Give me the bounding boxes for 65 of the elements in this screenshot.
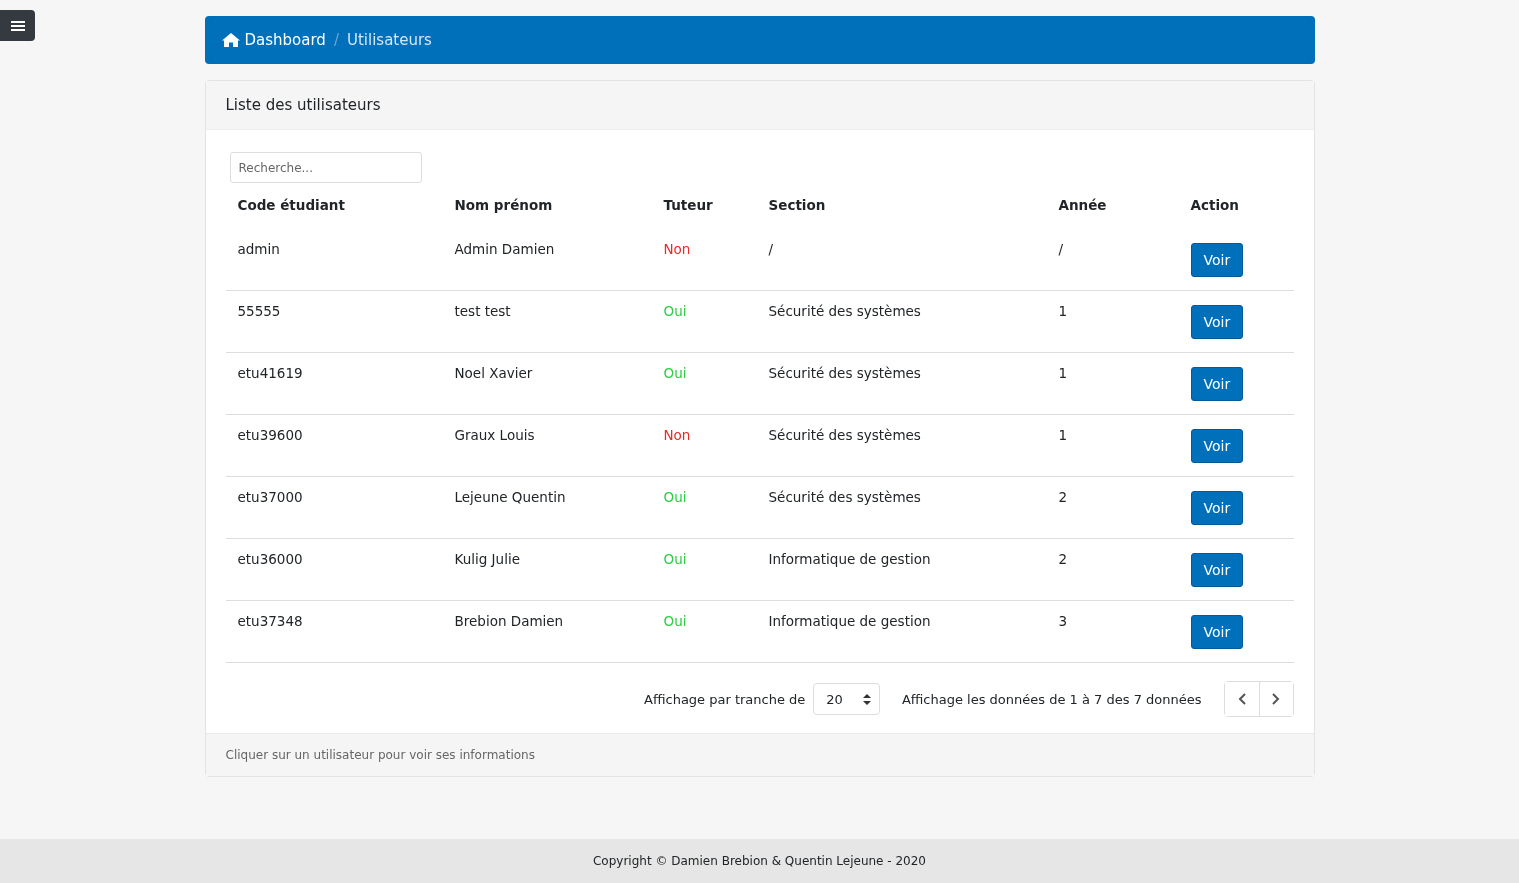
table-cell: Sécurité des systèmes xyxy=(756,414,1047,477)
table-cell: admin xyxy=(225,229,443,291)
table-cell: Brebion Damien xyxy=(442,600,652,663)
table-cell: 3 xyxy=(1046,600,1179,663)
breadcrumb-link[interactable]: Dashboard xyxy=(244,31,326,49)
view-button[interactable]: Voir xyxy=(1190,490,1244,525)
table-cell: Oui xyxy=(651,352,757,415)
page-size-select[interactable]: 20 xyxy=(813,683,880,715)
pagination-info: Affichage les données de 1 à 7 des 7 données xyxy=(901,691,1202,707)
table-cell: Sécurité des systèmes xyxy=(756,476,1047,539)
breadcrumb-link[interactable]: Utilisateurs xyxy=(346,31,432,49)
copyright-text: Copyright © Damien Brebion & Quentin Lejeune - 2020 xyxy=(593,854,926,868)
view-button[interactable]: Voir xyxy=(1190,428,1244,463)
column-header: Tuteur xyxy=(662,196,714,215)
view-button[interactable]: Voir xyxy=(1190,304,1244,339)
table-cell: 1 xyxy=(1046,352,1179,415)
table-cell: Informatique de gestion xyxy=(756,538,1047,601)
table-cell: Oui xyxy=(651,476,757,539)
view-button[interactable]: Voir xyxy=(1190,366,1244,401)
column-header: Section xyxy=(767,196,827,215)
hint-text: Cliquer sur un utilisateur pour voir ses informations xyxy=(225,748,535,762)
table-cell: etu36000 xyxy=(225,538,443,601)
table-cell: Noel Xavier xyxy=(442,352,652,415)
table-cell: Graux Louis xyxy=(442,414,652,477)
table-cell: Non xyxy=(651,229,757,291)
table-cell: etu41619 xyxy=(225,352,443,415)
page-size-label: Affichage par tranche de xyxy=(644,691,806,707)
table-cell: Sécurité des systèmes xyxy=(756,352,1047,415)
table-cell: 1 xyxy=(1046,414,1179,477)
table-cell: Sécurité des systèmes xyxy=(756,290,1047,353)
column-header: Code étudiant xyxy=(236,196,346,215)
table-cell: 2 xyxy=(1046,476,1179,539)
table-cell: etu37000 xyxy=(225,476,443,539)
sort-caret-icon xyxy=(862,693,871,705)
view-button[interactable]: Voir xyxy=(1190,242,1244,277)
menu-icon xyxy=(10,19,25,32)
table-cell: Admin Damien xyxy=(442,229,652,291)
table-cell: Lejeune Quentin xyxy=(442,476,652,539)
menu-button[interactable] xyxy=(0,10,35,41)
column-header: Année xyxy=(1057,196,1108,215)
chevron-left-icon xyxy=(1237,693,1246,705)
column-header: Nom prénom xyxy=(453,196,554,215)
table-cell: Kulig Julie xyxy=(442,538,652,601)
home-icon xyxy=(220,32,241,48)
table-cell: Oui xyxy=(651,538,757,601)
search-field[interactable]: Recherche... xyxy=(229,152,422,183)
card-title: Liste des utilisateurs xyxy=(225,96,381,114)
table-cell: Non xyxy=(651,414,757,477)
table-cell: 55555 xyxy=(225,290,443,353)
breadcrumb-separator: / xyxy=(333,31,339,49)
table-cell: 2 xyxy=(1046,538,1179,601)
table-cell: / xyxy=(1046,229,1179,291)
table-cell: etu37348 xyxy=(225,600,443,663)
table-cell: 1 xyxy=(1046,290,1179,353)
table-cell: test test xyxy=(442,290,652,353)
table-cell: Oui xyxy=(651,290,757,353)
table-cell: Oui xyxy=(651,600,757,663)
table-cell: etu39600 xyxy=(225,414,443,477)
view-button[interactable]: Voir xyxy=(1190,552,1244,587)
table-cell: / xyxy=(756,229,1047,291)
view-button[interactable]: Voir xyxy=(1190,614,1244,649)
next-page-button[interactable] xyxy=(1258,682,1293,716)
table-cell: Informatique de gestion xyxy=(756,600,1047,663)
chevron-right-icon xyxy=(1272,693,1280,705)
column-header: Action xyxy=(1189,196,1240,215)
